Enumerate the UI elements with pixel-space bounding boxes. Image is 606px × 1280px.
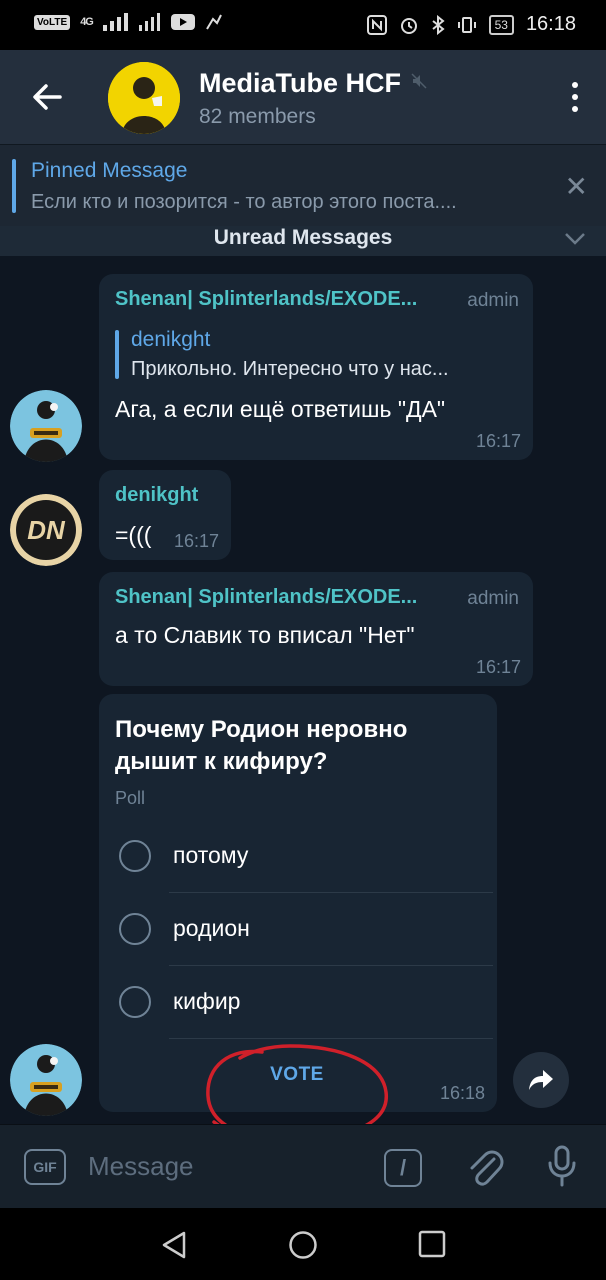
bot-commands-button[interactable]: / xyxy=(384,1149,422,1187)
message-bubble[interactable]: denikght =((( 16:17 xyxy=(99,470,231,560)
sender-name[interactable]: denikght xyxy=(115,484,198,507)
forward-arrow-icon xyxy=(529,1070,553,1090)
avatar[interactable] xyxy=(10,1044,82,1116)
battery-icon: 53 xyxy=(488,14,514,35)
network-type: 4G xyxy=(80,16,94,28)
message-time: 16:17 xyxy=(475,431,521,451)
pinned-indicator xyxy=(12,159,16,213)
radio-button[interactable] xyxy=(119,840,151,872)
reply-text: Прикольно. Интересно что у нас... xyxy=(131,358,449,380)
nfc-icon xyxy=(366,14,387,35)
message-time: 16:17 xyxy=(475,657,521,677)
message-text: а то Славик то вписал "Нет" xyxy=(115,622,415,648)
member-count: 82 members xyxy=(199,105,316,128)
youtube-icon xyxy=(170,14,195,30)
reply-sender: denikght xyxy=(131,328,211,351)
gif-button[interactable]: GIF xyxy=(24,1149,66,1185)
unread-label: Unread Messages xyxy=(213,226,393,249)
message-composer: GIF Message / xyxy=(0,1124,606,1208)
group-avatar[interactable] xyxy=(108,62,180,134)
share-button[interactable] xyxy=(513,1052,569,1108)
message-time: 16:17 xyxy=(173,531,219,551)
attach-icon[interactable] xyxy=(466,1147,504,1187)
pinned-text: Если кто и позорится - то автор этого по… xyxy=(31,191,457,213)
message-text: Ага, а если ещё ответишь "ДА" xyxy=(115,396,446,422)
svg-text:DN: DN xyxy=(27,515,66,545)
app-notification-icon xyxy=(206,14,222,30)
avatar[interactable]: DN xyxy=(10,494,82,566)
alarm-icon xyxy=(400,17,417,34)
avatar[interactable] xyxy=(10,390,82,462)
poll-option[interactable]: родион xyxy=(99,893,495,966)
bluetooth-icon xyxy=(431,14,445,35)
poll-option[interactable]: потому xyxy=(99,820,495,893)
chat-title-text: MediaTube HCF xyxy=(199,68,401,98)
admin-badge: admin xyxy=(467,588,519,609)
message-text: =((( xyxy=(115,522,152,548)
volte-icon: VoLTE xyxy=(34,14,71,30)
clock: 16:18 xyxy=(525,13,576,35)
poll-option[interactable]: кифир xyxy=(99,966,495,1039)
radio-button[interactable] xyxy=(119,986,151,1018)
message-input[interactable]: Message xyxy=(88,1151,194,1182)
divider xyxy=(169,1038,493,1039)
nav-home-icon[interactable] xyxy=(288,1230,318,1260)
nav-recents-icon[interactable] xyxy=(418,1230,446,1258)
message-list[interactable]: Shenan| Splinterlands/EXODE... admin den… xyxy=(0,256,606,1124)
pinned-message-bar[interactable]: Pinned Message Если кто и позорится - то… xyxy=(0,144,606,226)
chat-title[interactable]: MediaTube HCF xyxy=(199,68,427,99)
more-menu-icon[interactable] xyxy=(570,82,580,112)
chevron-down-icon[interactable] xyxy=(564,232,586,246)
vibrate-icon xyxy=(457,16,476,33)
reply-quote[interactable]: denikght Прикольно. Интересно что у нас.… xyxy=(115,328,515,381)
admin-badge: admin xyxy=(467,290,519,311)
sender-name[interactable]: Shenan| Splinterlands/EXODE... xyxy=(115,586,445,609)
pinned-title: Pinned Message xyxy=(31,159,188,182)
message-bubble[interactable]: Shenan| Splinterlands/EXODE... admin den… xyxy=(99,274,533,460)
microphone-icon[interactable] xyxy=(546,1145,578,1187)
poll-question: Почему Родион неровно дышит к кифиру? xyxy=(115,716,408,775)
unread-divider: Unread Messages xyxy=(0,226,606,256)
message-time: 16:18 xyxy=(439,1083,485,1103)
poll-type-label: Poll xyxy=(115,788,146,808)
signal-2-icon xyxy=(138,13,160,31)
status-bar: VoLTE 4G 53 16:18 xyxy=(0,0,606,50)
system-nav-bar xyxy=(0,1208,606,1280)
back-arrow-icon[interactable] xyxy=(30,80,64,114)
message-bubble[interactable]: Shenan| Splinterlands/EXODE... admin а т… xyxy=(99,572,533,686)
chat-header: MediaTube HCF 82 members xyxy=(0,50,606,144)
poll-option-label: родион xyxy=(173,915,250,941)
poll-option-label: кифир xyxy=(173,988,241,1014)
signal-icon xyxy=(102,13,128,31)
poll-option-label: потому xyxy=(173,842,249,868)
nav-back-icon[interactable] xyxy=(160,1230,188,1260)
vote-button[interactable]: VOTE xyxy=(99,1064,495,1086)
close-icon[interactable]: ✕ xyxy=(565,173,588,201)
muted-icon xyxy=(411,73,427,94)
poll-bubble[interactable]: Почему Родион неровно дышит к кифиру? Po… xyxy=(99,694,497,1112)
sender-name[interactable]: Shenan| Splinterlands/EXODE... xyxy=(115,288,445,311)
radio-button[interactable] xyxy=(119,913,151,945)
